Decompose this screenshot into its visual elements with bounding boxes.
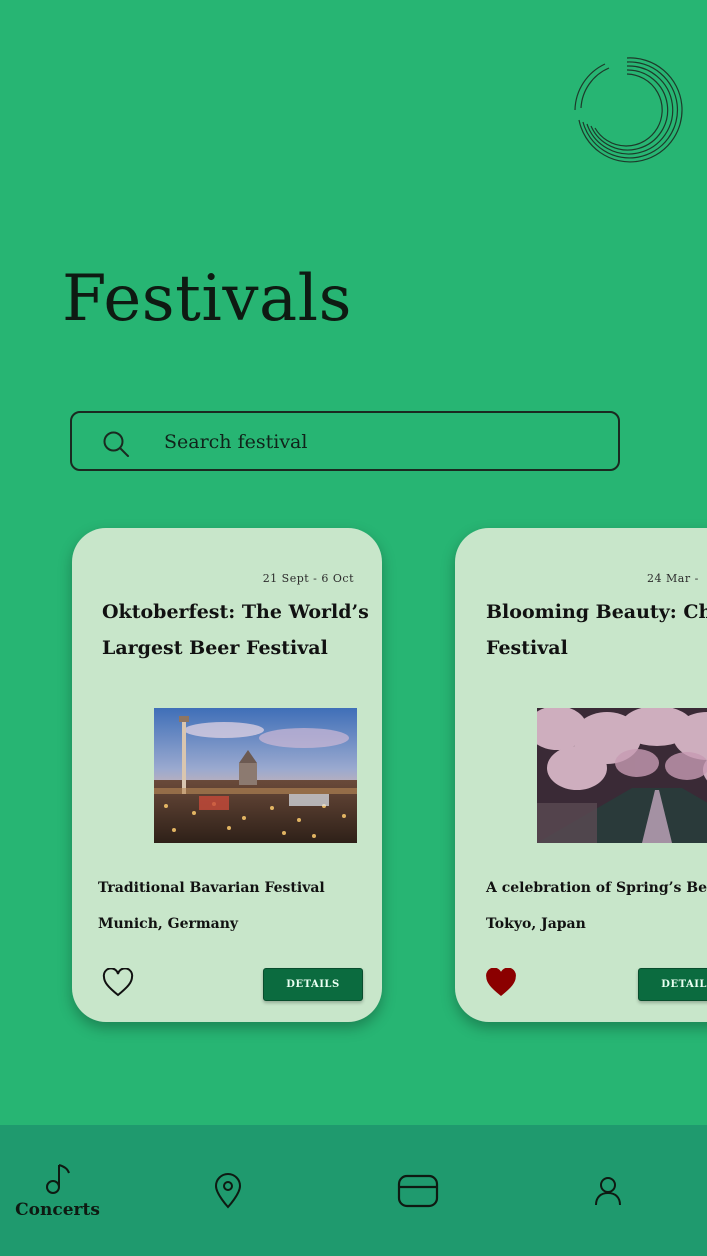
festival-card-cherry-blossom[interactable]: 24 Mar - Blooming Beauty: Cherry Blossom… [455, 528, 707, 1022]
nav-label-concerts: Concerts [15, 1199, 100, 1220]
location-pin-icon [214, 1172, 241, 1208]
festival-card-oktoberfest[interactable]: 21 Sept - 6 Oct Oktoberfest: The World’s… [72, 528, 382, 1022]
bottom-navigation: Concerts [0, 1125, 707, 1256]
music-note-icon [45, 1163, 70, 1194]
user-icon [594, 1176, 621, 1205]
festival-location: Munich, Germany [98, 916, 239, 932]
nav-item-profile[interactable] [550, 1125, 665, 1256]
nav-item-locations[interactable] [170, 1125, 285, 1256]
festival-location: Tokyo, Japan [486, 916, 586, 932]
details-button[interactable]: DETAILS [263, 968, 363, 1001]
festivals-screen: Festivals 21 Sept - 6 Oct Oktoberfest: T… [0, 0, 707, 1256]
festival-title: Oktoberfest: The World’s Largest Beer Fe… [102, 601, 369, 659]
heart-outline-icon[interactable] [102, 968, 134, 998]
search-icon [103, 431, 129, 457]
details-button[interactable]: DETAILS [638, 968, 707, 1001]
search-input[interactable] [162, 413, 586, 471]
nav-item-tickets[interactable] [360, 1125, 475, 1256]
festival-subtitle: A celebration of Spring’s Beauty [486, 880, 707, 896]
circle-lines-logo-icon [574, 57, 683, 163]
heart-filled-icon[interactable] [485, 968, 517, 998]
festival-title: Blooming Beauty: Cherry Blossom Festival [486, 601, 707, 659]
page-title: Festivals [62, 262, 352, 336]
festival-date: 21 Sept - 6 Oct [262, 572, 354, 585]
festival-subtitle: Traditional Bavarian Festival [98, 880, 325, 896]
festival-date: 24 Mar - [647, 572, 699, 585]
search-bar[interactable] [70, 411, 620, 471]
nav-item-concerts[interactable]: Concerts [0, 1125, 115, 1256]
ticket-card-icon [397, 1174, 438, 1207]
cherry-blossom-canal-photo [537, 708, 707, 843]
oktoberfest-fairground-photo [154, 708, 357, 843]
